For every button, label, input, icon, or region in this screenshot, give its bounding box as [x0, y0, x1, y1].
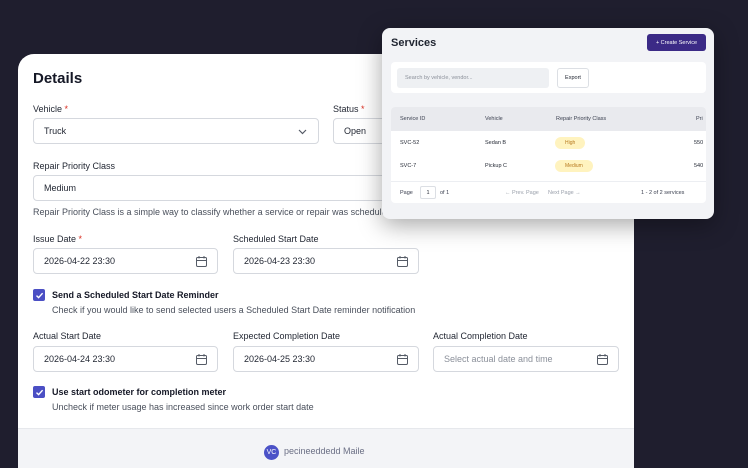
page-count: of 1 — [440, 190, 450, 196]
prev-page-button[interactable]: ← Prev. Page — [505, 190, 539, 196]
details-title: Details — [33, 70, 83, 87]
reminder-title: Send a Scheduled Start Date Reminder — [52, 290, 219, 300]
priority-badge: Medium — [555, 160, 593, 172]
chevron-down-icon — [298, 129, 307, 135]
issue-date-label: Issue Date * — [33, 234, 82, 244]
services-panel: Services + Create Service Search by vehi… — [382, 28, 714, 219]
issue-date-input[interactable]: 2026-04-22 23:30 — [33, 248, 218, 274]
column-header-priority[interactable]: Repair Priority Class — [556, 116, 606, 122]
expected-completion-input[interactable]: 2026-04-25 23:30 — [233, 346, 419, 372]
pri-cell: 540 — [694, 163, 704, 169]
services-title: Services — [391, 37, 437, 49]
page-label: Page — [400, 190, 413, 196]
scheduled-start-value: 2026-04-23 23:30 — [244, 256, 316, 266]
issue-date-label-text: Issue Date — [33, 234, 77, 244]
service-id-cell: SVC-7 — [400, 163, 417, 169]
results-summary: 1 - 2 of 2 services — [641, 190, 685, 196]
vehicle-cell: Sedan B — [485, 140, 507, 146]
actual-start-value: 2026-04-24 23:30 — [44, 354, 116, 364]
priority-badge: High — [555, 137, 586, 149]
reminder-helper: Check if you would like to send selected… — [52, 305, 416, 315]
odometer-checkbox[interactable] — [33, 386, 45, 398]
scheduled-start-label: Scheduled Start Date — [233, 234, 319, 244]
brand-text: pecineeddedd Maile — [284, 446, 365, 456]
calendar-icon[interactable] — [195, 255, 208, 268]
required-mark: * — [361, 104, 365, 114]
issue-date-value: 2026-04-22 23:30 — [44, 256, 116, 266]
service-id-cell: SVC-52 — [400, 140, 420, 146]
services-search-input[interactable]: Search by vehicle, vendor... — [397, 68, 549, 88]
footer-band: VC pecineeddedd Maile — [18, 428, 634, 468]
brand-logo-icon: VC — [264, 445, 279, 460]
actual-completion-placeholder: Select actual date and time — [444, 354, 553, 364]
pri-cell: 550 — [694, 140, 704, 146]
status-label-text: Status — [333, 104, 359, 114]
create-service-button[interactable]: + Create Service — [647, 34, 706, 51]
check-icon — [35, 292, 43, 299]
vehicle-cell: Pickup C — [485, 163, 508, 169]
vehicle-label-text: Vehicle — [33, 104, 63, 114]
vehicle-value: Truck — [44, 126, 67, 136]
actual-completion-input[interactable]: Select actual date and time — [433, 346, 619, 372]
page-number-input[interactable]: 1 — [420, 186, 436, 199]
services-toolbar: Search by vehicle, vendor... Export — [391, 62, 706, 93]
next-page-button[interactable]: Next Page → — [548, 190, 581, 196]
table-row[interactable]: SVC-52 Sedan B High 550 — [391, 133, 706, 155]
actual-start-label: Actual Start Date — [33, 331, 102, 341]
services-table: Service ID Vehicle Repair Priority Class… — [391, 107, 706, 203]
required-mark: * — [78, 234, 83, 244]
export-button[interactable]: Export — [557, 68, 589, 88]
pagination: Page 1 of 1 ← Prev. Page Next Page → 1 -… — [391, 181, 706, 203]
calendar-icon[interactable] — [396, 255, 409, 268]
status-label: Status * — [333, 104, 365, 114]
repair-priority-label: Repair Priority Class — [33, 161, 116, 171]
odometer-helper: Uncheck if meter usage has increased sin… — [52, 402, 314, 412]
expected-completion-value: 2026-04-25 23:30 — [244, 354, 316, 364]
check-icon — [35, 389, 43, 396]
actual-completion-label: Actual Completion Date — [433, 331, 528, 341]
calendar-icon[interactable] — [396, 353, 409, 366]
calendar-icon[interactable] — [596, 353, 609, 366]
table-row[interactable]: SVC-7 Pickup C Medium 540 — [391, 156, 706, 178]
actual-start-input[interactable]: 2026-04-24 23:30 — [33, 346, 218, 372]
scheduled-start-input[interactable]: 2026-04-23 23:30 — [233, 248, 419, 274]
calendar-icon[interactable] — [195, 353, 208, 366]
reminder-checkbox[interactable] — [33, 289, 45, 301]
expected-completion-label: Expected Completion Date — [233, 331, 341, 341]
repair-priority-helper: Repair Priority Class is a simple way to… — [33, 207, 387, 217]
vehicle-label: Vehicle * — [33, 104, 68, 114]
table-header: Service ID Vehicle Repair Priority Class… — [391, 107, 706, 131]
column-header-service-id[interactable]: Service ID — [400, 116, 425, 122]
vehicle-select[interactable]: Truck — [33, 118, 319, 144]
column-header-pri[interactable]: Pri — [696, 116, 703, 122]
odometer-title: Use start odometer for completion meter — [52, 387, 227, 397]
required-mark: * — [64, 104, 69, 114]
column-header-vehicle[interactable]: Vehicle — [485, 116, 503, 122]
